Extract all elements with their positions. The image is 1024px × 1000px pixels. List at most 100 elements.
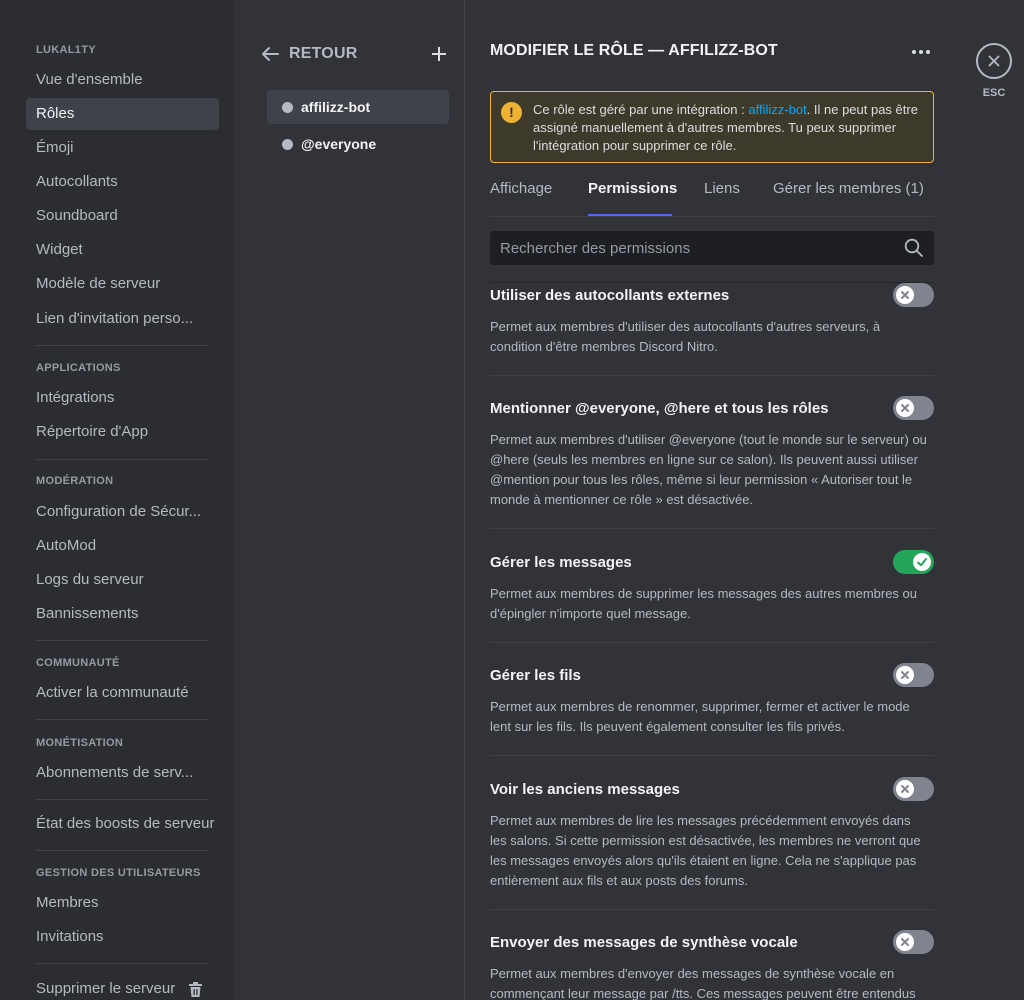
permission-toggle[interactable]: [893, 777, 934, 801]
role-item-affilizz-bot[interactable]: affilizz-bot: [267, 90, 449, 124]
permission-separator: [490, 528, 934, 529]
sidebar-item-server-subscriptions[interactable]: Abonnements de serv...: [26, 757, 219, 789]
tab-manage-members[interactable]: Gérer les membres (1): [773, 180, 924, 197]
permission-description: Permet aux membres de supprimer les mess…: [490, 586, 918, 621]
back-label: RETOUR: [289, 45, 358, 62]
permission-name: Envoyer des messages de synthèse vocale: [490, 934, 798, 951]
toggle-knob: [896, 780, 914, 798]
sidebar-item-bans[interactable]: Bannissements: [26, 598, 219, 630]
back-button[interactable]: RETOUR: [261, 40, 357, 68]
sidebar-header-server: LUKAL1TY: [36, 44, 96, 56]
sidebar-item-delete-server[interactable]: Supprimer le serveur: [26, 973, 219, 1000]
integration-link[interactable]: affilizz-bot: [748, 102, 806, 117]
role-name: affilizz-bot: [301, 99, 371, 115]
arrow-left-icon: [262, 47, 279, 61]
sidebar-item-members[interactable]: Membres: [26, 887, 219, 919]
sidebar-item-vanity-url[interactable]: Lien d'invitation perso...: [26, 303, 219, 335]
sidebar-item-overview[interactable]: Vue d'ensemble: [26, 64, 219, 96]
permission-separator: [490, 375, 934, 376]
sidebar-divider: [36, 799, 209, 800]
role-name: @everyone: [301, 136, 377, 152]
permission-toggle[interactable]: [893, 283, 934, 307]
sidebar-divider: [36, 719, 209, 720]
tab-permissions[interactable]: Permissions: [588, 180, 677, 197]
page-title: MODIFIER LE RÔLE — AFFILIZZ-BOT: [490, 42, 778, 59]
permission-separator: [490, 642, 934, 643]
toggle-knob: [896, 286, 914, 304]
search-icon: [904, 238, 923, 257]
sidebar-item-widget[interactable]: Widget: [26, 234, 219, 266]
x-icon: [901, 404, 909, 412]
notice-text-before: Ce rôle est géré par une intégration :: [533, 102, 749, 117]
permission-toggle[interactable]: [893, 396, 934, 420]
permission-search: [490, 231, 934, 265]
sidebar-item-audit-log[interactable]: Logs du serveur: [26, 564, 219, 596]
create-role-button[interactable]: [429, 40, 449, 68]
role-color-dot: [282, 101, 293, 113]
sidebar-item-integrations[interactable]: Intégrations: [26, 382, 219, 414]
sidebar-item-server-template[interactable]: Modèle de serveur: [26, 268, 219, 300]
search-input[interactable]: [490, 231, 890, 265]
esc-label: ESC: [982, 87, 1006, 99]
permission-description: Permet aux membres d'envoyer des message…: [490, 966, 916, 1000]
permission-toggle[interactable]: [893, 550, 934, 574]
close-button[interactable]: [976, 43, 1012, 79]
plus-icon: [432, 47, 446, 61]
role-item-everyone[interactable]: @everyone: [267, 127, 449, 161]
dot: [912, 50, 916, 54]
permission-description: Permet aux membres de lire les messages …: [490, 813, 921, 888]
sidebar-item-safety-setup[interactable]: Configuration de Sécur...: [26, 496, 219, 528]
sidebar-divider: [36, 850, 209, 851]
edit-role-panel: MODIFIER LE RÔLE — AFFILIZZ-BOT ! Ce rôl…: [466, 0, 956, 1000]
more-options-button[interactable]: [906, 38, 936, 66]
sidebar-divider: [36, 640, 209, 641]
toggle-knob: [913, 553, 931, 571]
sidebar-divider: [36, 459, 209, 460]
permission-description: Permet aux membres d'utiliser des autoco…: [490, 319, 881, 354]
x-icon: [901, 671, 909, 679]
permission-description: Permet aux membres de renommer, supprime…: [490, 699, 910, 734]
sidebar-item-emoji[interactable]: Émoji: [26, 132, 219, 164]
permission-name: Utiliser des autocollants externes: [490, 287, 730, 304]
permission-name: Gérer les fils: [490, 667, 581, 684]
sidebar-item-enable-community[interactable]: Activer la communauté: [26, 677, 219, 709]
trash-icon: [189, 981, 203, 997]
tab-links[interactable]: Liens: [704, 180, 740, 197]
close-icon: [988, 55, 1000, 67]
dot: [919, 50, 923, 54]
sidebar-item-automod[interactable]: AutoMod: [26, 530, 219, 562]
settings-sidebar: LUKAL1TY Vue d'ensemble Rôles Émoji Auto…: [0, 0, 233, 1000]
permission-toggle[interactable]: [893, 930, 934, 954]
x-icon: [901, 785, 909, 793]
toggle-knob: [896, 666, 914, 684]
sidebar-item-stickers[interactable]: Autocollants: [26, 166, 219, 198]
role-color-dot: [282, 138, 293, 150]
role-list-panel: RETOUR affilizz-bot @everyone: [233, 0, 465, 1000]
toggle-knob: [896, 399, 914, 417]
check-icon: [917, 558, 927, 567]
sidebar-item-invites[interactable]: Invitations: [26, 921, 219, 953]
sidebar-item-soundboard[interactable]: Soundboard: [26, 200, 219, 232]
sidebar-item-boost-status[interactable]: État des boosts de serveur: [26, 808, 226, 840]
permission-separator: [490, 909, 934, 910]
sidebar-header-user-management: GESTION DES UTILISATEURS: [36, 867, 201, 879]
sidebar-divider: [36, 345, 209, 346]
permission-toggle[interactable]: [893, 663, 934, 687]
warning-icon: !: [501, 102, 522, 123]
permission-description: Permet aux membres d'utiliser @everyone …: [490, 432, 927, 507]
permission-name: Gérer les messages: [490, 554, 632, 571]
role-tabs: Affichage Permissions Liens Gérer les me…: [490, 172, 934, 217]
sidebar-divider: [36, 963, 209, 964]
managed-role-notice: ! Ce rôle est géré par une intégration :…: [490, 91, 934, 163]
sidebar-header-applications: APPLICATIONS: [36, 362, 121, 374]
scroll-shadow: [490, 282, 934, 283]
permission-separator: [490, 755, 934, 756]
sidebar-item-app-directory[interactable]: Répertoire d'App: [26, 416, 219, 448]
active-tab-indicator: [588, 214, 672, 216]
sidebar-item-roles[interactable]: Rôles: [26, 98, 219, 130]
tab-display[interactable]: Affichage: [490, 180, 552, 197]
sidebar-header-monetization: MONÉTISATION: [36, 737, 124, 749]
permission-name: Voir les anciens messages: [490, 781, 680, 798]
x-icon: [901, 291, 909, 299]
permission-name: Mentionner @everyone, @here et tous les …: [490, 400, 829, 417]
